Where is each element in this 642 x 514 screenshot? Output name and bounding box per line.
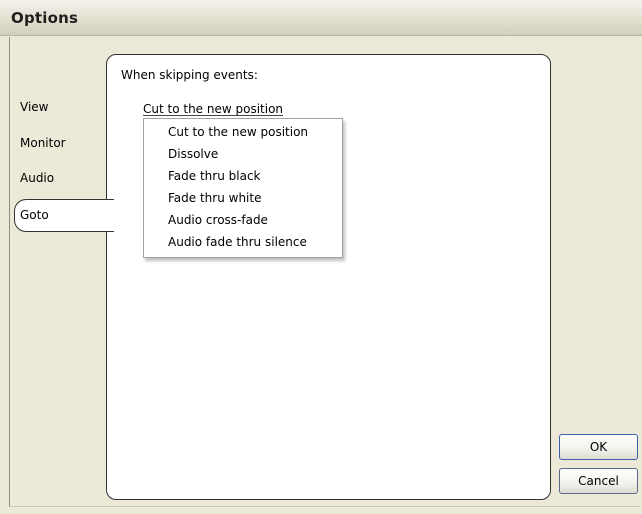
tab-audio[interactable]: Audio	[20, 171, 54, 185]
option-audio-cross-fade[interactable]: Audio cross-fade	[168, 213, 268, 227]
option-dissolve[interactable]: Dissolve	[168, 147, 218, 161]
option-fade-thru-white[interactable]: Fade thru white	[168, 191, 261, 205]
tab-goto[interactable]: Goto	[14, 199, 114, 232]
skip-transition-options-list: Cut to the new position Dissolve Fade th…	[143, 118, 343, 258]
title-bar[interactable]: Options	[0, 0, 642, 36]
skip-transition-dropdown[interactable]: Cut to the new position	[143, 102, 283, 116]
option-cut-to-new-position[interactable]: Cut to the new position	[168, 125, 308, 139]
skipping-events-label: When skipping events:	[121, 68, 258, 82]
tab-goto-label: Goto	[20, 208, 49, 222]
dialog-title: Options	[11, 9, 79, 27]
cancel-button[interactable]: Cancel	[559, 468, 638, 494]
option-fade-thru-black[interactable]: Fade thru black	[168, 169, 260, 183]
option-audio-fade-thru-silence[interactable]: Audio fade thru silence	[168, 235, 307, 249]
options-dialog: Options View Monitor Audio Goto When ski…	[0, 0, 642, 514]
ok-button[interactable]: OK	[559, 434, 638, 460]
tab-monitor[interactable]: Monitor	[20, 136, 66, 150]
tab-view[interactable]: View	[20, 100, 48, 114]
